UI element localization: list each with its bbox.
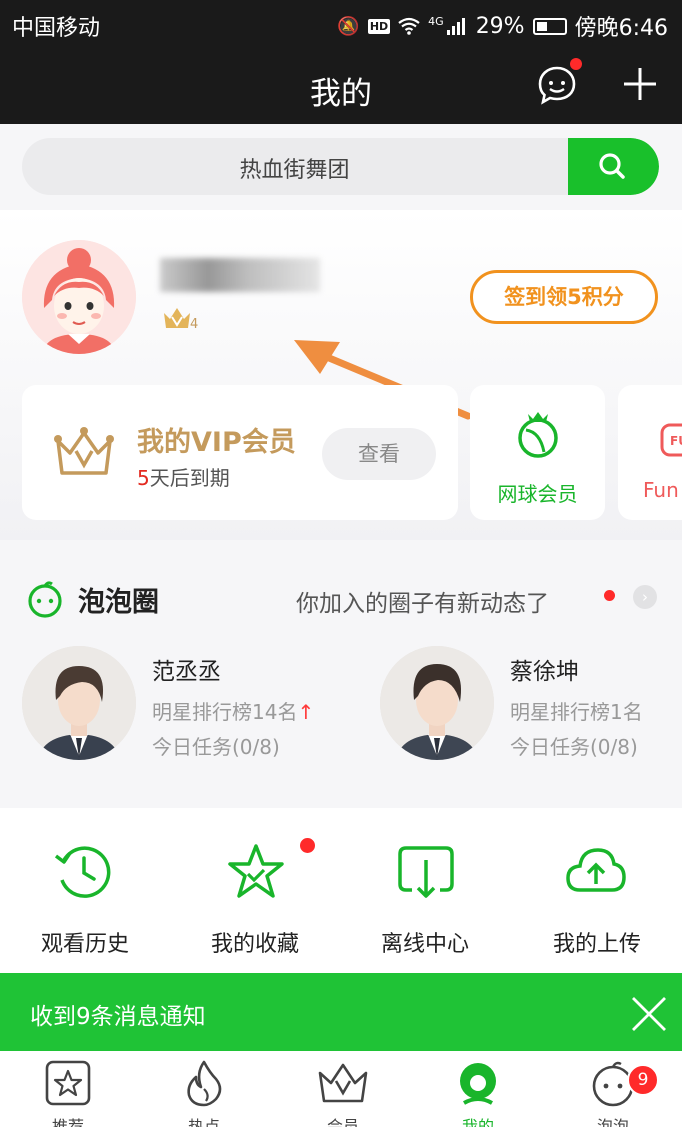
star-rank-text: 明星排行榜14名 (152, 700, 298, 724)
favorite-star-icon[interactable] (224, 840, 288, 904)
message-unread-dot (570, 58, 582, 70)
clock: 傍晚6:46 (574, 16, 668, 41)
message-icon[interactable] (536, 64, 578, 106)
star-photo (22, 646, 136, 760)
favorite-new-dot (300, 838, 315, 853)
star-photo (380, 646, 494, 760)
shortcut-favorite-label[interactable]: 我的收藏 (170, 926, 340, 958)
download-icon[interactable] (394, 840, 458, 904)
network-type: 4G (428, 14, 444, 28)
tab-member[interactable]: 会员 (293, 1113, 393, 1127)
bubble-badge: 9 (627, 1064, 659, 1096)
vip-title: 我的VIP会员 (137, 427, 296, 458)
add-icon[interactable] (622, 66, 658, 102)
tab-recommend[interactable]: 推荐 (18, 1113, 118, 1127)
notification-text: 收到9条消息通知 (30, 1004, 206, 1030)
shortcut-history-label[interactable]: 观看历史 (0, 926, 170, 958)
hot-flame-icon[interactable] (180, 1059, 228, 1107)
shortcut-upload-label[interactable]: 我的上传 (512, 926, 682, 958)
signal-icon (446, 18, 465, 35)
close-icon[interactable] (630, 995, 668, 1033)
username-blurred (160, 258, 320, 292)
bubble-circle-notice[interactable]: 你加入的圈子有新动态了 (296, 584, 549, 618)
avatar[interactable] (22, 240, 136, 354)
status-bar: 中国移动 🔕 HD 4G 29% 傍晚6:46 (0, 0, 682, 48)
tennis-icon (518, 412, 558, 458)
battery-percent: 29% (475, 13, 525, 39)
fun-icon: FU (660, 423, 682, 457)
rank-up-icon: ↑ (297, 700, 315, 724)
history-icon[interactable] (52, 840, 116, 904)
vip-view-button[interactable]: 查看 (322, 428, 436, 480)
star-rank: 明星排行榜1名 (510, 700, 643, 724)
battery-icon (532, 17, 567, 35)
star-task: 今日任务(0/8) (510, 735, 638, 759)
user-level-number: 4 (190, 317, 199, 332)
svg-text:FU: FU (670, 434, 682, 448)
carrier-label: 中国移动 (12, 16, 101, 41)
search-button[interactable] (568, 138, 659, 195)
search-icon (599, 153, 625, 179)
avatar-image (22, 240, 136, 354)
vip-expiry-text: 天后到期 (149, 466, 230, 490)
star-task: 今日任务(0/8) (152, 735, 280, 759)
search-bar[interactable]: 热血街舞团 (22, 138, 659, 195)
status-icons: 🔕 HD 4G 29% 傍晚6:46 (337, 10, 668, 42)
chevron-right-icon[interactable]: › (633, 585, 657, 609)
wifi-icon (398, 17, 420, 35)
app-header: 我的 (0, 48, 682, 124)
membership-label: 网球会员 (497, 482, 578, 506)
star-avatar[interactable] (380, 646, 494, 760)
signin-button[interactable]: 签到领5积分 (470, 270, 658, 324)
shortcut-offline-label[interactable]: 离线中心 (340, 926, 510, 958)
notification-banner[interactable]: 收到9条消息通知 (0, 973, 682, 1051)
hd-icon: HD (367, 18, 391, 34)
search-input[interactable]: 热血街舞团 (22, 152, 567, 184)
vip-crown-icon (54, 427, 114, 475)
star-avatar[interactable] (22, 646, 136, 760)
tab-mine[interactable]: 我的 (428, 1113, 528, 1127)
member-crown-icon[interactable] (316, 1059, 370, 1107)
mute-icon: 🔕 (337, 15, 360, 37)
user-level-badge: 4 (162, 305, 206, 337)
crown-icon (164, 308, 190, 328)
star-rank: 明星排行榜14名↑ (152, 696, 314, 725)
star-name: 蔡徐坤 (510, 659, 579, 685)
bottom-tab-bar: 推荐 热点 会员 我的 泡泡 (0, 1051, 682, 1127)
membership-label: Fun (643, 478, 679, 502)
upload-cloud-icon[interactable] (564, 840, 628, 904)
profile-icon[interactable] (454, 1059, 502, 1107)
vip-expiry: 5天后到期 (137, 462, 230, 491)
recommend-star-icon[interactable] (44, 1059, 92, 1107)
tab-hot[interactable]: 热点 (154, 1113, 254, 1127)
vip-days-left: 5 (137, 466, 150, 490)
bubble-circle-icon (28, 581, 62, 618)
star-name: 范丞丞 (152, 659, 221, 685)
tab-bubble[interactable]: 泡泡 (563, 1113, 663, 1127)
bubble-circle-title: 泡泡圈 (78, 587, 159, 618)
page-title: 我的 (310, 76, 372, 112)
bubble-circle-new-dot (604, 590, 615, 601)
